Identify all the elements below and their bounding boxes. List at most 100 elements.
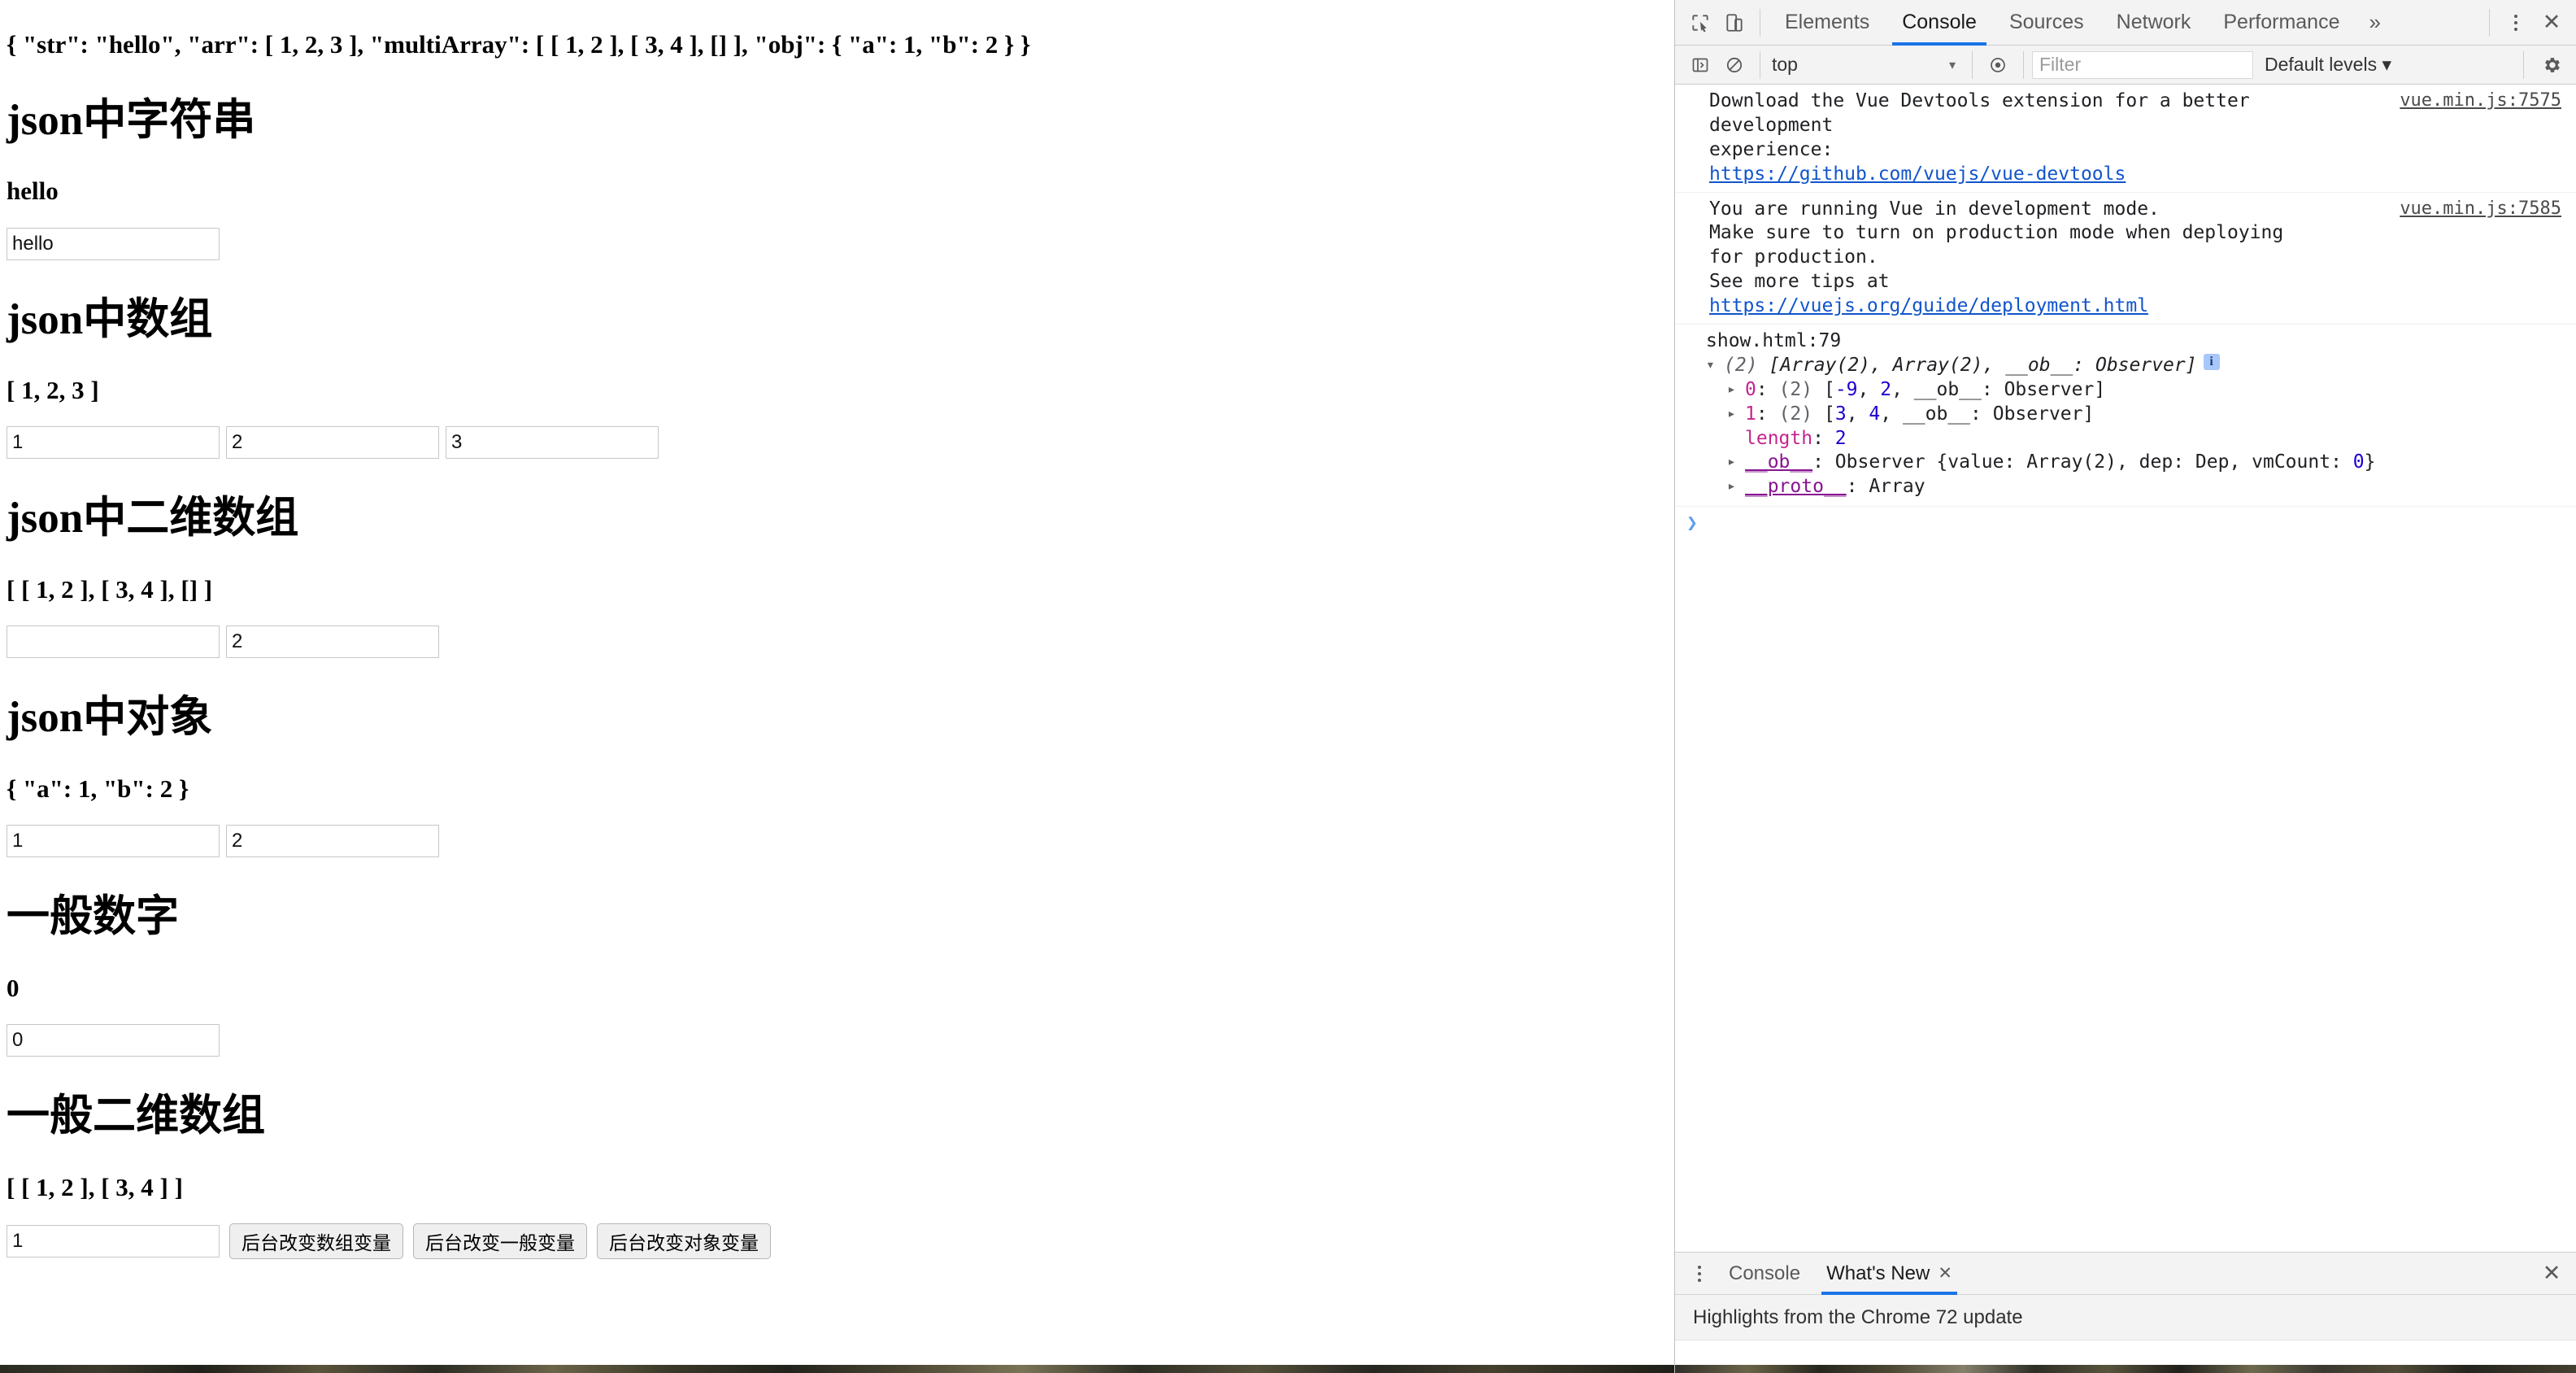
- section-title-plain-multiarray: 一般二维数组: [7, 1092, 265, 1140]
- object-child-row-ob[interactable]: ▸ __ob__: Observer {value: Array(2), dep…: [1727, 451, 2376, 475]
- device-toolbar-icon[interactable]: [1717, 6, 1751, 40]
- live-expression-icon[interactable]: [1981, 50, 2015, 80]
- section-title-plain-number: 一般数字: [7, 893, 179, 941]
- console-filter-input[interactable]: [2032, 50, 2253, 79]
- json-string-input-0[interactable]: [7, 227, 220, 260]
- child-count: (2): [1778, 403, 1813, 425]
- info-badge-icon[interactable]: i: [2203, 353, 2220, 370]
- json-array-input-1[interactable]: [226, 426, 439, 460]
- section-title-json-object: json中对象: [7, 694, 213, 742]
- drawer-tab-console[interactable]: Console: [1716, 1253, 1813, 1295]
- child-value-0: 3: [1834, 403, 1847, 425]
- console-message-list[interactable]: Download the Vue Devtools extension for …: [1675, 85, 2576, 1252]
- drawer-menu-icon[interactable]: [1683, 1257, 1716, 1291]
- console-message-vue-devtools[interactable]: Download the Vue Devtools extension for …: [1675, 85, 2576, 193]
- bottom-action-row: 后台改变数组变量 后台改变一般变量 后台改变对象变量: [7, 1223, 1661, 1259]
- filterbar-divider-2: [1972, 50, 1973, 79]
- tab-elements[interactable]: Elements: [1769, 0, 1886, 46]
- message-line-1: Download the Vue Devtools extension for …: [1709, 90, 2261, 136]
- tab-console[interactable]: Console: [1886, 0, 1993, 46]
- vue-devtools-link[interactable]: https://github.com/vuejs/vue-devtools: [1709, 163, 2126, 185]
- execution-context-selector[interactable]: top ▾: [1769, 50, 1964, 80]
- child-tail: , __ob__: Observer]: [1880, 403, 2095, 425]
- expand-triangle-icon[interactable]: ▸: [1727, 451, 1745, 473]
- object-header-row[interactable]: ▾ (2) [Array(2), Array(2), __ob__: Obser…: [1706, 353, 2308, 378]
- message-source-link[interactable]: vue.min.js:7585: [2400, 198, 2561, 221]
- json-multiarray-input-0[interactable]: [7, 625, 220, 659]
- devtools-tabbar-right: ✕: [2481, 6, 2569, 40]
- object-child-row-1[interactable]: ▸ 1: (2) [3, 4, __ob__: Observer]: [1727, 403, 2308, 427]
- devtools-menu-icon[interactable]: [2500, 6, 2532, 40]
- devtools-drawer: Console What's New ✕ ✕ Highlights from t…: [1675, 1252, 2576, 1373]
- child-value-suffix: }: [2364, 451, 2376, 473]
- collapse-triangle-icon[interactable]: ▾: [1706, 354, 1724, 377]
- drawer-tabbar: Console What's New ✕ ✕: [1675, 1253, 2576, 1295]
- devtools-bottom-image-strip: [1675, 1365, 2576, 1373]
- prompt-chevron-icon: ❯: [1686, 512, 1698, 534]
- clear-console-icon[interactable]: [1717, 48, 1751, 82]
- child-value: Array: [1869, 476, 1925, 498]
- section-value-json-array: [ 1, 2, 3 ]: [7, 376, 99, 405]
- change-array-variable-button[interactable]: 后台改变数组变量: [229, 1223, 403, 1259]
- close-devtools-icon[interactable]: ✕: [2534, 6, 2569, 40]
- section-value-plain-number: 0: [7, 973, 20, 1002]
- array-preview: [Array(2), Array(2), __ob__: Observer]: [1769, 354, 2197, 376]
- execution-context-value: top: [1772, 54, 1798, 75]
- tab-sources[interactable]: Sources: [1993, 0, 2100, 46]
- drawer-tabbar-right: ✕: [2534, 1257, 2569, 1291]
- child-bracket-open: [: [1823, 403, 1835, 425]
- child-key: 1: [1745, 403, 1756, 425]
- child-value-0: -9: [1834, 378, 1858, 400]
- settings-gear-icon[interactable]: [2534, 49, 2569, 81]
- filterbar-right: [2515, 49, 2569, 81]
- web-page-viewport: { "str": "hello", "arr": [ 1, 2, 3 ], "m…: [0, 0, 1675, 1373]
- console-message-array-object[interactable]: show.html:79 ▾ (2) [Array(2), Array(2), …: [1675, 325, 2576, 508]
- json-object-input-a[interactable]: [7, 825, 220, 858]
- json-array-input-0[interactable]: [7, 426, 220, 460]
- tab-performance[interactable]: Performance: [2207, 0, 2356, 46]
- filterbar-divider-4: [2523, 50, 2524, 79]
- child-value-prefix: Observer {value: Array(2), dep: Dep, vmC…: [1834, 451, 2353, 473]
- message-source-link[interactable]: show.html:79: [1706, 330, 1841, 351]
- tab-network[interactable]: Network: [2100, 0, 2208, 46]
- log-levels-dropdown[interactable]: Default levels ▾: [2253, 54, 2403, 76]
- input-row-json-multiarray: [7, 625, 1661, 659]
- message-source-link[interactable]: vue.min.js:7575: [2400, 89, 2561, 113]
- console-message-dev-mode[interactable]: You are running Vue in development mode.…: [1675, 193, 2576, 325]
- vue-deployment-guide-link[interactable]: https://vuejs.org/guide/deployment.html: [1709, 295, 2148, 316]
- expand-triangle-icon[interactable]: ▸: [1727, 378, 1745, 401]
- console-sidebar-icon[interactable]: [1683, 48, 1717, 82]
- child-key: length: [1745, 427, 1813, 449]
- message-line-2: Make sure to turn on production mode whe…: [1709, 222, 2295, 268]
- section-value-json-string: hello: [7, 177, 59, 206]
- json-array-input-2[interactable]: [446, 426, 659, 460]
- close-icon[interactable]: ✕: [1938, 1263, 1952, 1284]
- section-value-plain-multiarray: [ [ 1, 2 ], [ 3, 4 ] ]: [7, 1172, 183, 1201]
- message-line-2: experience:: [1709, 138, 1834, 160]
- child-value: 2: [1834, 427, 1847, 449]
- plain-number-input[interactable]: [7, 1023, 220, 1057]
- section-value-json-multiarray: [ [ 1, 2 ], [ 3, 4 ], [] ]: [7, 575, 213, 604]
- object-child-row-length: length: 2: [1727, 427, 2308, 451]
- object-child-row-proto[interactable]: ▸ __proto__: Array: [1727, 475, 2308, 499]
- child-tail: , __ob__: Observer]: [1891, 378, 2106, 400]
- whats-new-headline: Highlights from the Chrome 72 update: [1693, 1305, 2023, 1328]
- plain-multiarray-input[interactable]: [7, 1224, 220, 1257]
- drawer-tab-whats-new[interactable]: What's New ✕: [1813, 1253, 1965, 1295]
- more-tabs-icon[interactable]: »: [2356, 0, 2393, 46]
- toolbar-divider-right: [2489, 8, 2490, 37]
- json-object-input-b[interactable]: [226, 825, 439, 858]
- json-multiarray-input-1[interactable]: [226, 625, 439, 659]
- page-bottom-image-strip: [0, 1365, 1674, 1373]
- close-drawer-icon[interactable]: ✕: [2534, 1257, 2569, 1291]
- input-row-json-array: [7, 426, 1661, 460]
- change-object-variable-button[interactable]: 后台改变对象变量: [597, 1223, 771, 1259]
- expand-triangle-icon[interactable]: ▸: [1727, 475, 1745, 498]
- object-child-row-0[interactable]: ▸ 0: (2) [-9, 2, __ob__: Observer]: [1727, 378, 2308, 403]
- inspect-element-icon[interactable]: [1683, 6, 1717, 40]
- expand-triangle-icon[interactable]: ▸: [1727, 403, 1745, 425]
- console-prompt[interactable]: ❯: [1675, 507, 2576, 534]
- child-value-1: 4: [1869, 403, 1881, 425]
- section-title-json-string: json中字符串: [7, 96, 256, 144]
- change-plain-variable-button[interactable]: 后台改变一般变量: [413, 1223, 587, 1259]
